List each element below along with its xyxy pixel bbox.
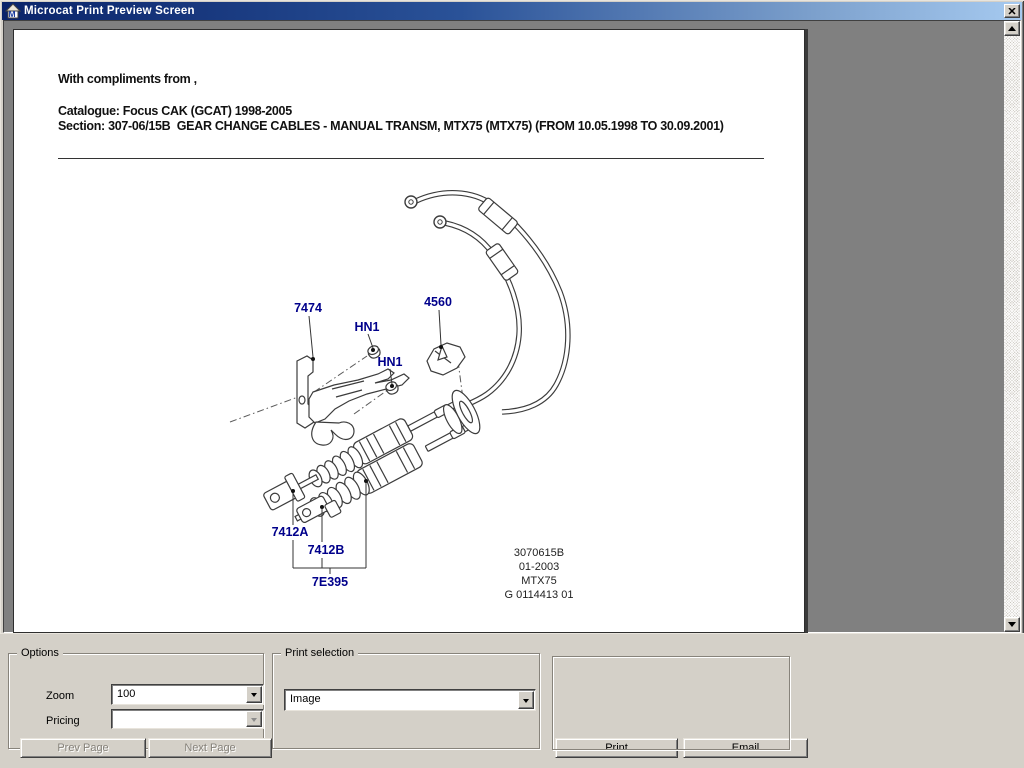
part-label-7412b: 7412B: [308, 543, 345, 557]
print-selection-group-title: Print selection: [281, 647, 359, 659]
zoom-value: 100: [117, 688, 136, 700]
part-label-7e395: 7E395: [312, 575, 348, 589]
part-label-4560: 4560: [424, 295, 452, 309]
svg-text:M: M: [9, 9, 16, 19]
part-label-7412a: 7412A: [272, 525, 309, 539]
pricing-label: Pricing: [46, 715, 80, 727]
prev-page-button: Prev Page: [20, 738, 146, 758]
options-group: Options Zoom 100 Pricing Prev Page Next …: [8, 647, 272, 758]
arrow-up-icon: [1008, 22, 1016, 31]
app-icon: M: [4, 3, 22, 19]
cable-artwork: [404, 190, 571, 415]
chevron-down-icon: [246, 711, 262, 727]
header-divider: [58, 158, 764, 159]
scroll-down-button[interactable]: [1004, 617, 1020, 632]
document-page: With compliments from , Catalogue: Focus…: [13, 29, 805, 633]
print-selection-group: Print selection Image Print Email: [272, 647, 808, 758]
bracket-artwork: [296, 355, 410, 446]
part-label-7474: 7474: [294, 301, 322, 315]
actions-group: Document Setup Attached Note Page Setup …: [552, 656, 790, 750]
cable-assembly-artwork: [263, 389, 481, 523]
next-page-button: Next Page: [148, 738, 272, 758]
zoom-dropdown[interactable]: 100: [111, 684, 264, 705]
catalogue-line: Catalogue: Focus CAK (GCAT) 1998-2005: [58, 104, 292, 118]
zoom-label: Zoom: [46, 690, 75, 702]
caption-transmission: MTX75: [521, 575, 556, 587]
leader-lines: [292, 309, 442, 574]
section-line: Section: 307-06/15B GEAR CHANGE CABLES -…: [58, 119, 724, 133]
nut-artwork: [367, 345, 399, 395]
caption-drawing-number: 3070615B: [514, 547, 564, 559]
close-icon[interactable]: [1004, 4, 1020, 18]
compliments-line: With compliments from ,: [58, 72, 197, 86]
window-title: Microcat Print Preview Screen: [24, 5, 195, 17]
construction-lines: [229, 355, 464, 423]
caption-reference: G 0114413 01: [505, 589, 574, 601]
clip-artwork: [426, 342, 466, 376]
chevron-down-icon[interactable]: [246, 686, 262, 703]
print-selection-value: Image: [290, 693, 321, 705]
part-label-hn1-bottom: HN1: [377, 355, 402, 369]
part-label-hn1-top: HN1: [354, 320, 379, 334]
control-panel: Options Zoom 100 Pricing Prev Page Next …: [0, 633, 1024, 768]
print-preview-area: With compliments from , Catalogue: Focus…: [3, 20, 1021, 633]
print-selection-dropdown[interactable]: Image: [284, 689, 536, 711]
leader-dots: [291, 345, 443, 509]
caption-date: 01-2003: [519, 561, 559, 573]
pricing-dropdown: [111, 709, 264, 729]
title-bar: M Microcat Print Preview Screen: [2, 2, 1022, 20]
microcat-window: M Microcat Print Preview Screen With com…: [0, 0, 1024, 768]
chevron-down-icon[interactable]: [518, 691, 534, 709]
scroll-up-button[interactable]: [1004, 21, 1020, 36]
arrow-down-icon: [1008, 622, 1016, 631]
options-group-title: Options: [17, 647, 63, 659]
vertical-scrollbar[interactable]: [1004, 21, 1020, 632]
